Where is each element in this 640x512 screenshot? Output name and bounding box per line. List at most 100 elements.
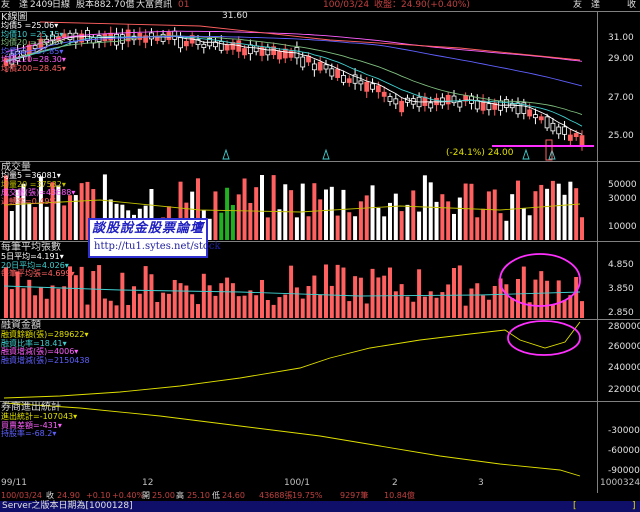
- volume-bar: [27, 203, 32, 240]
- volume-bar: [353, 216, 358, 240]
- candle-body: [242, 48, 247, 56]
- avgvol-bar: [225, 277, 230, 318]
- candle-body: [538, 116, 544, 121]
- candle-body: [346, 78, 352, 83]
- candle-body: [183, 41, 189, 47]
- avgvol-bar: [91, 271, 96, 318]
- forum-promo-link[interactable]: http://tu1.sytes.net/stock: [94, 238, 221, 255]
- candle-body: [114, 33, 119, 46]
- avgvol-bar: [452, 267, 456, 318]
- avgvol-bar: [574, 276, 579, 318]
- avgvol-bar: [219, 283, 224, 318]
- avgvol-bar: [149, 274, 154, 318]
- avgvol-bar: [102, 298, 107, 318]
- avgvol-bar: [469, 288, 474, 318]
- candle-body: [119, 34, 125, 44]
- volume-bar: [550, 180, 555, 240]
- volume-bar: [364, 195, 369, 240]
- avgvol-bar: [405, 296, 410, 318]
- margin-ytick: 220000: [608, 385, 640, 395]
- volume-bar: [428, 182, 433, 240]
- margin-balance-line: [3, 321, 581, 399]
- candle-body: [317, 61, 323, 71]
- volume-bar: [289, 190, 294, 240]
- kline-legend: 均價5 =25.06▾ 均價10 =25.15▾ 均價20 =26.00▾ 均價…: [1, 21, 66, 74]
- foreign-legend: 進出統計=-107043▾ 買賣差額=-431▾ 持股率=-68.2▾: [1, 412, 77, 439]
- kline-ytick: 27.00: [608, 93, 634, 103]
- volume-bar: [463, 183, 468, 240]
- volume-ytick: 10000: [608, 222, 637, 232]
- annotation-layer: [222, 139, 594, 356]
- avgvol-bar: [132, 286, 136, 318]
- candle-body: [364, 81, 370, 92]
- broker-net-line: [3, 402, 581, 477]
- avgvol-bar: [44, 298, 49, 318]
- volume-ytick: 50000: [608, 180, 637, 190]
- volume-bar: [225, 187, 230, 240]
- volume-bar: [62, 205, 67, 240]
- margin-ytick: 260000: [608, 342, 640, 352]
- candle-body: [533, 114, 538, 119]
- status-close-label: 收: [46, 491, 54, 500]
- avgvol-bar: [545, 280, 550, 318]
- volume-bar: [399, 211, 404, 240]
- candle-body: [375, 85, 381, 93]
- candle-body: [567, 134, 573, 141]
- kline-high-label: 31.60: [222, 11, 248, 21]
- foreign-plot: [3, 402, 581, 477]
- signal-arrow-icon: [222, 148, 230, 160]
- volume-bar: [382, 216, 387, 240]
- avgvol-bar: [486, 299, 491, 318]
- margin-ytick: 240000: [608, 363, 640, 373]
- volume-bar: [33, 207, 38, 240]
- candle-body: [556, 126, 562, 135]
- volume-bar: [580, 217, 584, 240]
- margin-plot: [3, 321, 581, 399]
- volume-bar: [475, 217, 480, 240]
- status-bar: 100/03/24 收 24.90 +0.10 +0.40% 開 25.00 高…: [0, 490, 640, 501]
- volume-bar: [9, 211, 14, 240]
- kline-low-label: (-24.1%) 24.00: [446, 148, 514, 158]
- avgvol-bar: [335, 264, 340, 318]
- volume-bar: [417, 211, 422, 240]
- avgvol-bar: [172, 279, 177, 318]
- volume-bar: [481, 208, 486, 240]
- avgvol-bar: [533, 279, 538, 318]
- candle-body: [306, 55, 311, 63]
- avgvol-bar: [341, 267, 346, 318]
- avgvol-bar: [516, 278, 520, 318]
- volume-bar: [388, 202, 392, 240]
- candle-body: [358, 80, 364, 85]
- avgvol-bar: [556, 280, 561, 318]
- avgvol-ytick: 2.850: [608, 308, 634, 318]
- candle-body: [544, 116, 550, 129]
- status-low-label: 低: [212, 491, 220, 500]
- avgvol-bar: [289, 265, 294, 318]
- candle-body: [341, 75, 346, 83]
- forum-promo-box[interactable]: 談股說金股票論壇 http://tu1.sytes.net/stock: [88, 218, 221, 258]
- margin-highlight-circle: [507, 320, 581, 356]
- volume-bar: [405, 204, 410, 240]
- avgvol-plot: [3, 264, 584, 318]
- candle-body: [445, 94, 451, 105]
- avgvol-bar: [85, 304, 90, 318]
- volume-bar: [44, 206, 49, 240]
- volume-bar: [469, 183, 474, 240]
- avgvol-bar: [358, 277, 363, 318]
- candle-body: [311, 63, 317, 71]
- candle-body: [218, 41, 224, 51]
- x-axis-label: 100/1: [284, 478, 310, 488]
- candle-body: [399, 100, 405, 113]
- candle-body: [137, 32, 143, 40]
- signal-arrow-icon: [322, 148, 330, 160]
- status-date: 100/03/24: [1, 491, 43, 500]
- candle-body: [486, 103, 492, 111]
- avgvol-bar: [492, 285, 497, 318]
- moving-average-line: [5, 35, 583, 87]
- candle-body: [515, 102, 521, 115]
- avgvol-bar: [196, 304, 200, 318]
- candle-body: [224, 44, 230, 51]
- volume-bar: [324, 189, 328, 240]
- candle-body: [370, 83, 375, 90]
- candle-body: [474, 99, 480, 110]
